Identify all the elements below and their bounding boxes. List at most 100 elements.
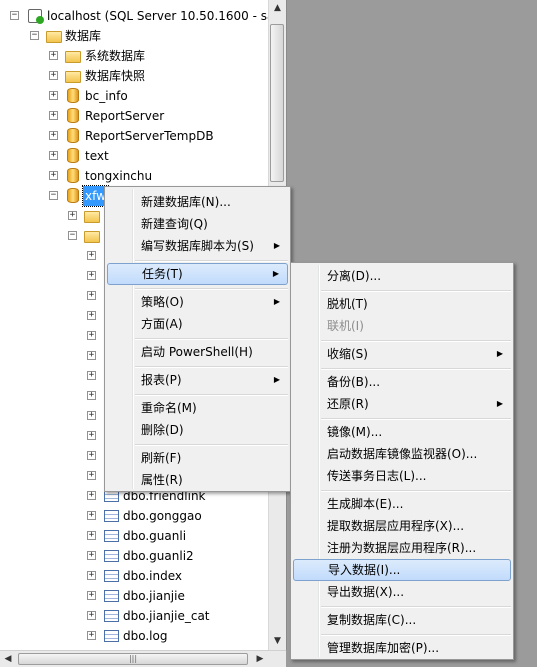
scroll-left-arrow-icon[interactable]: ◀ [0, 651, 16, 667]
menu-item-properties[interactable]: 属性(R) [107, 469, 288, 491]
scrollbar-thumb[interactable] [270, 24, 284, 182]
collapse-toggle[interactable]: − [49, 191, 58, 200]
expand-toggle[interactable]: + [87, 271, 96, 280]
expand-toggle[interactable]: + [68, 211, 77, 220]
folder-icon [84, 231, 100, 243]
table-icon [104, 590, 119, 602]
menu-item-detach[interactable]: 分离(D)... [293, 265, 511, 287]
table-label: dbo.index [123, 569, 183, 583]
expand-toggle[interactable]: + [87, 631, 96, 640]
expand-toggle[interactable]: + [87, 471, 96, 480]
scroll-up-arrow-icon[interactable]: ▲ [269, 0, 286, 17]
server-label: localhost (SQL Server 10.50.1600 - sa) [47, 9, 280, 23]
menu-item-manage-encryption[interactable]: 管理数据库加密(P)... [293, 637, 511, 659]
table-icon [104, 570, 119, 582]
table-label: dbo.guanli [123, 529, 187, 543]
expand-toggle[interactable]: + [87, 391, 96, 400]
collapse-toggle[interactable]: − [68, 231, 77, 240]
menu-item-new-query[interactable]: 新建查询(Q) [107, 213, 288, 235]
menu-item-extract-data-tier[interactable]: 提取数据层应用程序(X)... [293, 515, 511, 537]
expand-toggle[interactable]: + [87, 431, 96, 440]
expand-toggle[interactable]: + [87, 591, 96, 600]
expand-toggle[interactable]: + [87, 331, 96, 340]
menu-item-take-offline[interactable]: 脱机(T) [293, 293, 511, 315]
scroll-right-arrow-icon[interactable]: ▶ [252, 651, 268, 667]
expand-toggle[interactable]: + [49, 51, 58, 60]
menu-separator [321, 490, 511, 492]
expand-toggle[interactable]: + [87, 291, 96, 300]
node-label: ReportServer [85, 109, 165, 123]
tree-node-server[interactable]: − localhost (SQL Server 10.50.1600 - sa) [10, 6, 279, 26]
expand-toggle[interactable]: + [87, 351, 96, 360]
menu-item-import-data[interactable]: 导入数据(I)... [293, 559, 511, 581]
menu-item-tasks[interactable]: 任务(T) ▶ [107, 263, 288, 285]
menu-item-label: 报表(P) [141, 373, 182, 387]
menu-item-policies[interactable]: 策略(O) ▶ [107, 291, 288, 313]
menu-item-mirror[interactable]: 镜像(M)... [293, 421, 511, 443]
menu-item-restore[interactable]: 还原(R) ▶ [293, 393, 511, 415]
collapse-toggle[interactable]: − [10, 11, 19, 20]
submenu-arrow-icon: ▶ [496, 349, 503, 358]
menu-item-export-data[interactable]: 导出数据(X)... [293, 581, 511, 603]
expand-toggle[interactable]: + [87, 491, 96, 500]
menu-item-rename[interactable]: 重命名(M) [107, 397, 288, 419]
menu-separator [135, 260, 288, 262]
context-menu: 新建数据库(N)... 新建查询(Q) 编写数据库脚本为(S) ▶ 任务(T) ▶ … [104, 186, 291, 492]
menu-item-delete[interactable]: 删除(D) [107, 419, 288, 441]
menu-item-label: 策略(O) [141, 295, 184, 309]
menu-item-facets[interactable]: 方面(A) [107, 313, 288, 335]
expand-toggle[interactable]: + [87, 511, 96, 520]
database-icon [67, 88, 79, 103]
expand-toggle[interactable]: + [87, 371, 96, 380]
submenu-arrow-icon: ▶ [272, 269, 279, 278]
menu-item-powershell[interactable]: 启动 PowerShell(H) [107, 341, 288, 363]
expand-toggle[interactable]: + [49, 171, 58, 180]
tasks-submenu: 分离(D)... 脱机(T) 联机(I) 收缩(S) ▶ 备份(B)... 还原(… [290, 262, 514, 660]
menu-item-reports[interactable]: 报表(P) ▶ [107, 369, 288, 391]
expand-toggle[interactable]: + [49, 111, 58, 120]
expand-toggle[interactable]: + [87, 251, 96, 260]
menu-item-mirroring-monitor[interactable]: 启动数据库镜像监视器(O)... [293, 443, 511, 465]
expand-toggle[interactable]: + [49, 151, 58, 160]
menu-item-copy-database[interactable]: 复制数据库(C)... [293, 609, 511, 631]
menu-item-bring-online: 联机(I) [327, 319, 364, 333]
menu-separator [321, 290, 511, 292]
expand-toggle[interactable]: + [87, 571, 96, 580]
expand-toggle[interactable]: + [49, 71, 58, 80]
expand-toggle[interactable]: + [49, 91, 58, 100]
scrollbar-thumb[interactable]: ||| [18, 653, 248, 665]
menu-item-generate-scripts[interactable]: 生成脚本(E)... [293, 493, 511, 515]
menu-item-script-database[interactable]: 编写数据库脚本为(S) ▶ [107, 235, 288, 257]
table-label: dbo.gonggao [123, 509, 202, 523]
expand-toggle[interactable]: + [87, 411, 96, 420]
expand-toggle[interactable]: + [87, 551, 96, 560]
databases-label: 数据库 [65, 29, 102, 43]
node-label: 数据库快照 [85, 69, 146, 83]
menu-item-shrink[interactable]: 收缩(S) ▶ [293, 343, 511, 365]
menu-item-backup[interactable]: 备份(B)... [293, 371, 511, 393]
menu-item-refresh[interactable]: 刷新(F) [107, 447, 288, 469]
folder-icon [65, 51, 81, 63]
expand-toggle[interactable]: + [87, 531, 96, 540]
database-icon [67, 108, 79, 123]
table-label: dbo.jianjie_cat [123, 609, 210, 623]
folder-icon [84, 211, 100, 223]
menu-item-label: 编写数据库脚本为(S) [141, 239, 254, 253]
menu-separator [135, 366, 288, 368]
table-label: dbo.log [123, 629, 168, 643]
expand-toggle[interactable]: + [87, 451, 96, 460]
menu-item-register-data-tier[interactable]: 注册为数据层应用程序(R)... [293, 537, 511, 559]
expand-toggle[interactable]: + [49, 131, 58, 140]
node-label: tongxinchu [85, 169, 153, 183]
table-icon [104, 610, 119, 622]
collapse-toggle[interactable]: − [30, 31, 39, 40]
database-icon [67, 188, 79, 203]
menu-item-label: 还原(R) [327, 397, 369, 411]
horizontal-scrollbar[interactable]: ◀ ||| ▶ [0, 650, 286, 667]
expand-toggle[interactable]: + [87, 611, 96, 620]
menu-item-ship-logs[interactable]: 传送事务日志(L)... [293, 465, 511, 487]
database-icon [67, 128, 79, 143]
scroll-down-arrow-icon[interactable]: ▼ [269, 633, 286, 650]
menu-item-new-database[interactable]: 新建数据库(N)... [107, 191, 288, 213]
expand-toggle[interactable]: + [87, 311, 96, 320]
